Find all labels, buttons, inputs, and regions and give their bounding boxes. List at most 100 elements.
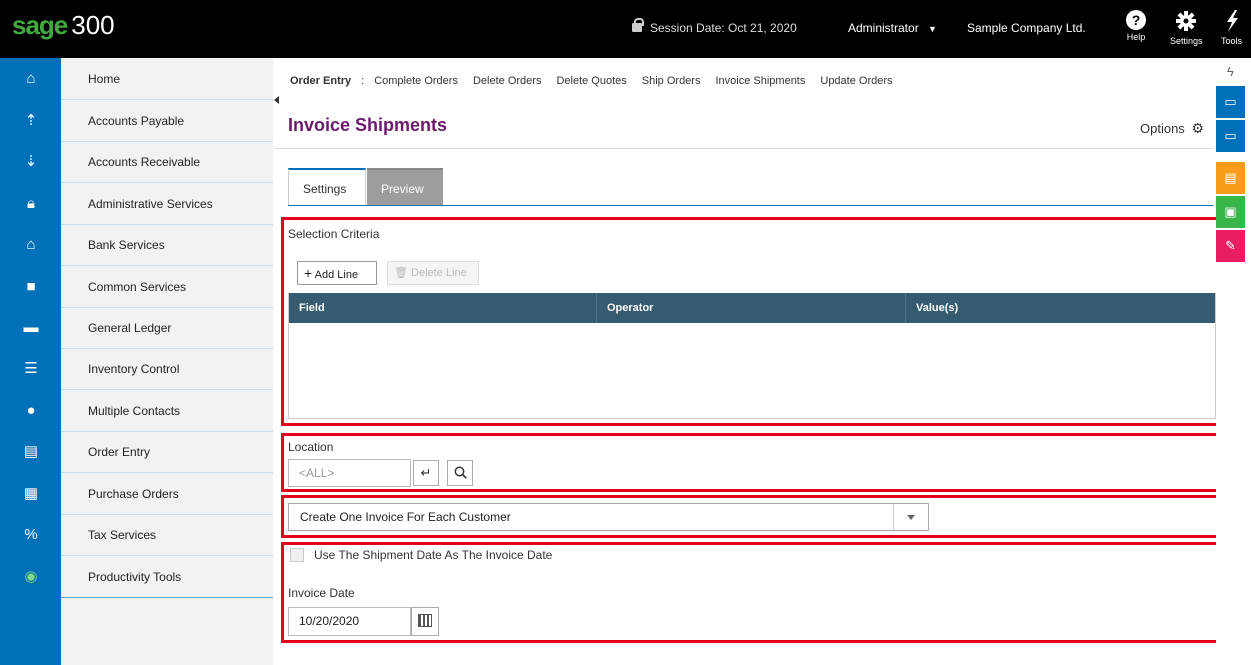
accounts-payable-icon[interactable]: ⇡ xyxy=(22,112,40,130)
breadcrumb-link-ship-orders[interactable]: Ship Orders xyxy=(642,75,701,87)
tools-label: Tools xyxy=(1221,36,1243,46)
lightning-icon xyxy=(1221,10,1242,34)
invoice-date-label: Invoice Date xyxy=(288,586,355,600)
breadcrumb-link-update-orders[interactable]: Update Orders xyxy=(820,75,892,87)
use-shipment-date-checkbox[interactable] xyxy=(290,548,304,562)
pen-icon[interactable]: ✎ xyxy=(1216,230,1245,262)
collapse-sidebar-icon[interactable] xyxy=(274,96,279,104)
chevron-down-icon: ▼ xyxy=(928,24,937,34)
settings-button[interactable]: Settings xyxy=(1170,10,1203,46)
inventory-icon[interactable]: ☰ xyxy=(22,360,40,378)
report-icon[interactable]: ▤ xyxy=(1216,162,1245,194)
tab-settings[interactable]: Settings xyxy=(288,168,366,206)
invoice-date-calendar-button[interactable] xyxy=(411,607,439,636)
enter-icon: ↵ xyxy=(420,465,432,480)
grid-header: Field Operator Value(s) xyxy=(289,293,1215,323)
user-name: Administrator xyxy=(848,21,919,35)
breadcrumb-link-delete-quotes[interactable]: Delete Quotes xyxy=(556,75,626,87)
order-entry-icon[interactable]: ▤ xyxy=(22,443,40,461)
company-name[interactable]: Sample Company Ltd. xyxy=(967,21,1086,35)
breadcrumb-link-invoice-shipments[interactable]: Invoice Shipments xyxy=(715,75,805,87)
invoice-mode-value: Create One Invoice For Each Customer xyxy=(300,510,511,524)
session-date: Session Date: Oct 21, 2020 xyxy=(632,18,797,35)
lock-icon[interactable]: 🔒︎ xyxy=(22,195,40,213)
sidebar-item-tax-services[interactable]: Tax Services xyxy=(61,514,273,556)
breadcrumb-link-complete-orders[interactable]: Complete Orders xyxy=(374,75,458,87)
invoice-mode-select[interactable]: Create One Invoice For Each Customer xyxy=(288,503,929,531)
selection-criteria-label: Selection Criteria xyxy=(288,227,380,241)
plus-icon: + xyxy=(304,265,313,281)
lock-icon xyxy=(632,18,644,32)
lightning-icon[interactable]: ϟ xyxy=(1216,60,1245,84)
productivity-icon[interactable]: ◉ xyxy=(22,568,40,586)
location-enter-button[interactable]: ↵ xyxy=(413,460,439,486)
search-icon xyxy=(454,465,467,480)
sage-logo[interactable]: sage 300 xyxy=(12,10,115,41)
sidebar-item-inventory-control[interactable]: Inventory Control xyxy=(61,348,273,390)
sidebar-item-administrative-services[interactable]: Administrative Services xyxy=(61,183,273,225)
sidebar-item-accounts-payable[interactable]: Accounts Payable xyxy=(61,100,273,142)
sidebar-item-multiple-contacts[interactable]: Multiple Contacts xyxy=(61,390,273,432)
breadcrumb: Order Entry: Complete Orders Delete Orders… xyxy=(290,75,908,87)
contacts-icon[interactable]: ● xyxy=(22,402,40,420)
tax-icon[interactable]: % xyxy=(22,526,40,544)
breadcrumb-separator: : xyxy=(361,75,365,87)
folder-icon[interactable]: ▬ xyxy=(22,319,40,337)
add-line-label: Add Line xyxy=(314,269,359,281)
gear-icon: ⚙ xyxy=(1191,120,1204,136)
title-divider xyxy=(274,148,1213,149)
accounts-receivable-icon[interactable]: ⇣ xyxy=(22,153,40,171)
select-divider xyxy=(893,504,894,530)
use-shipment-date-label: Use The Shipment Date As The Invoice Dat… xyxy=(314,548,553,562)
page-title: Invoice Shipments xyxy=(288,115,448,135)
location-input[interactable]: <ALL> xyxy=(288,459,411,487)
sidebar-item-home[interactable]: Home xyxy=(61,58,273,100)
brand-version: 300 xyxy=(71,10,115,40)
sidebar-item-accounts-receivable[interactable]: Accounts Receivable xyxy=(61,141,273,183)
trash-icon: 🗑︎ xyxy=(394,267,408,279)
caret-down-icon xyxy=(907,515,915,520)
sidebar-item-general-ledger[interactable]: General Ledger xyxy=(61,307,273,349)
sidebar-item-order-entry[interactable]: Order Entry xyxy=(61,431,273,473)
sidebar-icon-strip: ⌂ ⇡ ⇣ 🔒︎ ⌂ ■ ▬ ☰ ● ▤ ▦ % ◉ xyxy=(0,58,61,665)
help-button[interactable]: ? Help xyxy=(1126,10,1146,42)
brand-name: sage xyxy=(12,10,68,40)
session-date-text: Session Date: Oct 21, 2020 xyxy=(650,21,797,35)
help-icon: ? xyxy=(1126,10,1146,30)
document-search-icon[interactable]: ▣ xyxy=(1216,196,1245,228)
sidebar-item-bank-services[interactable]: Bank Services xyxy=(61,224,273,266)
top-bar: sage 300 Session Date: Oct 21, 2020 Admin… xyxy=(0,0,1251,58)
tab-divider xyxy=(288,205,1213,206)
column-header-operator[interactable]: Operator xyxy=(597,293,906,323)
window-1-icon[interactable]: ▭ xyxy=(1216,86,1245,118)
breadcrumb-link-delete-orders[interactable]: Delete Orders xyxy=(473,75,541,87)
user-menu[interactable]: Administrator ▼ xyxy=(848,21,937,35)
add-line-button[interactable]: + Add Line xyxy=(297,261,377,285)
tools-button[interactable]: Tools xyxy=(1221,10,1242,46)
purchase-orders-icon[interactable]: ▦ xyxy=(22,485,40,503)
options-button[interactable]: Options ⚙ xyxy=(1140,120,1204,137)
window-clock-icon[interactable]: ▭ xyxy=(1216,120,1245,152)
sidebar-menu: Home Accounts Payable Accounts Receivabl… xyxy=(61,58,273,665)
help-label: Help xyxy=(1126,32,1146,42)
delete-line-button[interactable]: 🗑︎ Delete Line xyxy=(387,261,479,285)
column-header-field[interactable]: Field xyxy=(289,293,597,323)
briefcase-icon[interactable]: ■ xyxy=(22,278,40,296)
bank-icon[interactable]: ⌂ xyxy=(22,236,40,254)
sidebar-item-common-services[interactable]: Common Services xyxy=(61,266,273,308)
invoice-date-input[interactable]: 10/20/2020 xyxy=(288,607,411,636)
location-finder-button[interactable] xyxy=(447,460,473,486)
breadcrumb-root[interactable]: Order Entry xyxy=(290,75,351,87)
tab-preview[interactable]: Preview xyxy=(367,168,443,206)
settings-label: Settings xyxy=(1170,36,1203,46)
gear-icon xyxy=(1170,10,1203,34)
delete-line-label: Delete Line xyxy=(411,267,467,279)
sidebar-item-purchase-orders[interactable]: Purchase Orders xyxy=(61,473,273,515)
selection-criteria-grid: Field Operator Value(s) xyxy=(288,293,1216,419)
column-header-values[interactable]: Value(s) xyxy=(906,293,1215,323)
sidebar-item-productivity-tools[interactable]: Productivity Tools xyxy=(61,556,273,598)
location-label: Location xyxy=(288,440,334,454)
options-label: Options xyxy=(1140,121,1185,136)
home-icon[interactable]: ⌂ xyxy=(22,70,40,88)
calendar-icon xyxy=(418,614,432,627)
